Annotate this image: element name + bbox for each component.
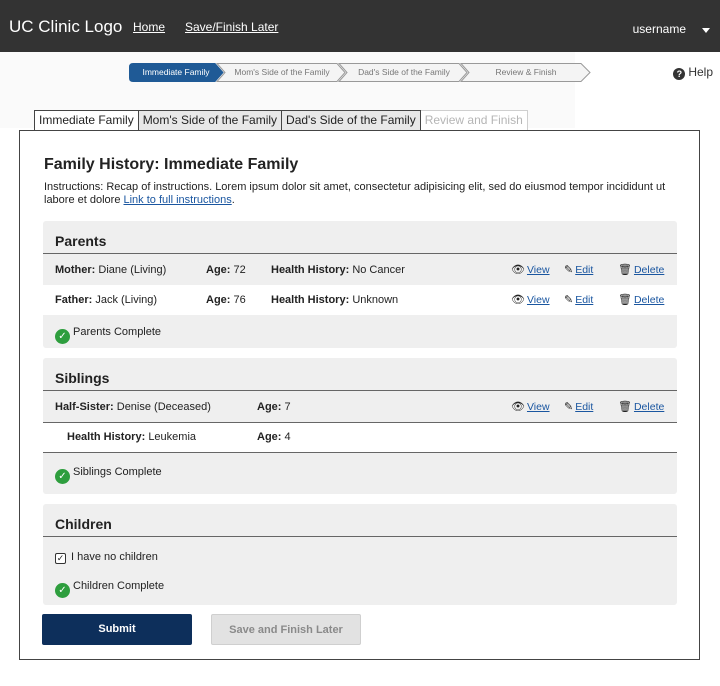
top-bar: UC Clinic Logo Home Save/Finish Later us… [0, 0, 720, 52]
trash-icon: 🗑 [618, 264, 632, 276]
help-label: Help [688, 65, 713, 79]
step-moms-side[interactable]: Mom's Side of the Family [225, 63, 339, 82]
father-health-history: Health History: Unknown [271, 294, 399, 306]
siblings-complete-status: ✓ Siblings Complete [55, 464, 162, 484]
username-menu[interactable]: username [633, 22, 686, 36]
sibling-sub-age: Age: 4 [257, 431, 291, 443]
mother-name: Mother: Diane (Living) [55, 264, 167, 276]
delete-button[interactable]: 🗑 Delete [618, 255, 664, 285]
trash-icon: 🗑 [618, 294, 632, 306]
siblings-title: Siblings [55, 370, 110, 386]
help-link[interactable]: ? Help [673, 65, 713, 80]
edit-button[interactable]: ✎ Edit [564, 255, 593, 285]
mother-age: Age: 72 [206, 264, 246, 276]
instructions-text: Instructions: Recap of instructions. Lor… [44, 181, 684, 207]
divider [43, 536, 677, 537]
tab-review-finish: Review and Finish [420, 110, 528, 131]
check-circle-icon: ✓ [55, 583, 70, 598]
check-circle-icon: ✓ [55, 469, 70, 484]
eye-icon: 👁 [511, 401, 525, 413]
parents-title: Parents [55, 233, 107, 249]
delete-button[interactable]: 🗑 Delete [618, 392, 664, 422]
table-row: Half-Sister: Denise (Deceased) Age: 7 👁 V… [43, 392, 677, 422]
father-age: Age: 76 [206, 294, 246, 306]
save-finish-later-button[interactable]: Save and Finish Later [211, 614, 361, 645]
step-immediate-family[interactable]: Immediate Family [131, 63, 221, 82]
tab-dads-side[interactable]: Dad's Side of the Family [282, 110, 421, 131]
eye-icon: 👁 [511, 294, 525, 306]
step-review-finish[interactable]: Review & Finish [469, 63, 583, 82]
divider [43, 390, 677, 391]
main-panel: Family History: Immediate Family Instruc… [19, 130, 700, 660]
no-children-option[interactable]: ✓ I have no children [55, 549, 158, 565]
tab-immediate-family[interactable]: Immediate Family [34, 110, 139, 131]
section-tabs: Immediate Family Mom's Side of the Famil… [34, 110, 528, 131]
edit-button[interactable]: ✎ Edit [564, 285, 593, 315]
no-children-label: I have no children [71, 551, 158, 563]
table-row: Health History: Leukemia Age: 4 [43, 423, 677, 452]
parents-complete-status: ✓ Parents Complete [55, 324, 161, 344]
full-instructions-link[interactable]: Link to full instructions [124, 194, 232, 206]
parents-section: Parents Mother: Diane (Living) Age: 72 H… [43, 221, 677, 348]
trash-icon: 🗑 [618, 401, 632, 413]
view-button[interactable]: 👁 View [511, 255, 550, 285]
sibling-health-history: Health History: Leukemia [67, 431, 197, 443]
siblings-section: Siblings Half-Sister: Denise (Deceased) … [43, 358, 677, 494]
children-complete-status: ✓ Children Complete [55, 578, 164, 598]
mother-health-history: Health History: No Cancer [271, 264, 405, 276]
children-title: Children [55, 516, 112, 532]
father-name: Father: Jack (Living) [55, 294, 158, 306]
edit-button[interactable]: ✎ Edit [564, 392, 593, 422]
help-icon: ? [673, 68, 686, 80]
progress-steps: Immediate Family Mom's Side of the Famil… [129, 63, 591, 82]
sibling-name: Half-Sister: Denise (Deceased) [55, 401, 211, 413]
eye-icon: 👁 [511, 264, 525, 276]
check-circle-icon: ✓ [55, 329, 70, 344]
divider [43, 452, 677, 453]
table-row: Mother: Diane (Living) Age: 72 Health Hi… [43, 255, 677, 285]
sibling-age: Age: 7 [257, 401, 291, 413]
no-children-checkbox[interactable]: ✓ [55, 553, 66, 564]
save-finish-later-link[interactable]: Save/Finish Later [185, 20, 278, 34]
view-button[interactable]: 👁 View [511, 285, 550, 315]
clinic-logo: UC Clinic Logo [9, 17, 123, 36]
page-title: Family History: Immediate Family [44, 156, 299, 173]
table-row: Father: Jack (Living) Age: 76 Health His… [43, 285, 677, 315]
divider [43, 253, 677, 254]
pencil-icon: ✎ [564, 294, 574, 306]
home-link[interactable]: Home [133, 20, 165, 34]
submit-button[interactable]: Submit [42, 614, 192, 645]
tab-moms-side[interactable]: Mom's Side of the Family [138, 110, 283, 131]
delete-button[interactable]: 🗑 Delete [618, 285, 664, 315]
step-dads-side[interactable]: Dad's Side of the Family [347, 63, 461, 82]
pencil-icon: ✎ [564, 264, 574, 276]
chevron-down-icon[interactable] [702, 28, 710, 33]
view-button[interactable]: 👁 View [511, 392, 550, 422]
instructions-end: . [231, 194, 235, 206]
children-section: Children ✓ I have no children ✓ Children C… [43, 504, 677, 605]
pencil-icon: ✎ [564, 401, 574, 413]
